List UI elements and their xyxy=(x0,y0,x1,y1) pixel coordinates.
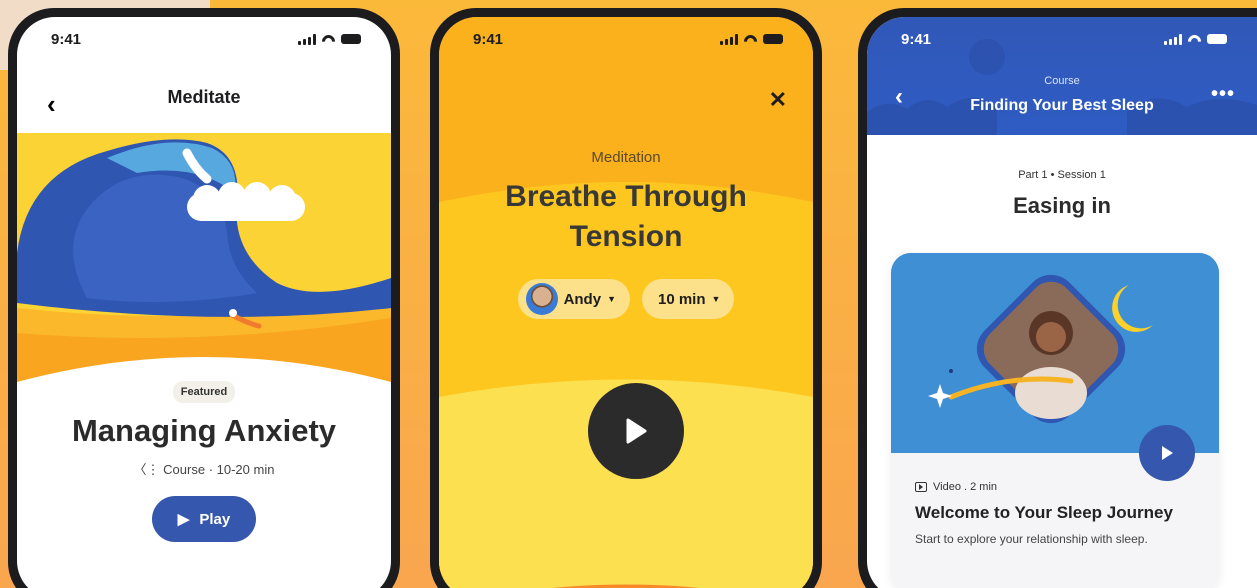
wifi-icon xyxy=(319,32,338,51)
wifi-icon xyxy=(741,32,760,51)
course-title: Finding Your Best Sleep xyxy=(970,97,1154,114)
play-button[interactable] xyxy=(588,383,684,479)
battery-icon xyxy=(763,34,783,44)
speaker-icon: 〈⋮ xyxy=(133,462,160,477)
video-thumbnail xyxy=(891,253,1219,453)
status-time: 9:41 xyxy=(901,30,932,48)
signal-icon xyxy=(1164,33,1182,45)
duration-select[interactable]: 10 min ▼ xyxy=(641,279,735,319)
play-icon xyxy=(626,418,647,444)
featured-badge: Featured xyxy=(172,381,236,403)
play-icon: ▶ xyxy=(177,511,190,528)
session-type: Meditation xyxy=(591,149,661,166)
chevron-down-icon: ▼ xyxy=(711,294,721,304)
teacher-select[interactable]: Andy ▼ xyxy=(517,279,630,319)
video-description: Start to explore your relationship with … xyxy=(915,532,1148,546)
featured-card: Featured Managing Anxiety 〈⋮ Course · 10… xyxy=(17,369,391,588)
signal-icon xyxy=(298,33,316,45)
course-title: Managing Anxiety xyxy=(71,413,337,448)
battery-icon xyxy=(341,34,361,44)
screen-meditation-player: 9:41 ✕ Meditation Breathe Through Tensio… xyxy=(439,17,813,588)
status-time: 9:41 xyxy=(51,30,82,48)
status-bar: 9:41 xyxy=(867,17,1257,61)
session-title: Easing in xyxy=(1013,193,1111,218)
avatar xyxy=(525,283,558,315)
status-bar: 9:41 xyxy=(439,17,813,61)
page-title: Meditate xyxy=(167,86,241,107)
course-kind: Course xyxy=(1044,75,1080,87)
status-bar: 9:41 xyxy=(17,17,391,61)
course-meta: 〈⋮ Course · 10-20 min xyxy=(133,462,275,477)
play-button[interactable]: ▶ Play xyxy=(151,496,257,542)
video-meta: Video . 2 min xyxy=(915,481,997,493)
battery-icon xyxy=(1207,34,1227,44)
options-row: Andy ▼ 10 min ▼ xyxy=(439,279,813,319)
chevron-down-icon: ▼ xyxy=(607,294,616,304)
video-play-button[interactable] xyxy=(1139,425,1195,481)
session-title: Breathe Through Tension xyxy=(505,180,747,253)
video-icon xyxy=(915,482,927,492)
video-title: Welcome to Your Sleep Journey xyxy=(915,503,1173,522)
nav-header: ‹ Meditate xyxy=(17,61,391,133)
wifi-icon xyxy=(1185,32,1204,51)
phone-meditation-player: 9:41 ✕ Meditation Breathe Through Tensio… xyxy=(430,8,822,588)
more-icon[interactable]: ••• xyxy=(1211,83,1235,106)
close-icon[interactable]: ✕ xyxy=(769,87,787,113)
session-part: Part 1 • Session 1 xyxy=(1018,169,1106,181)
course-header: 9:41 ‹ Course Finding Your Best Sleep ••… xyxy=(867,17,1257,135)
play-icon xyxy=(1162,446,1173,460)
video-card[interactable]: Video . 2 min Welcome to Your Sleep Jour… xyxy=(891,253,1219,588)
signal-icon xyxy=(720,33,738,45)
screen-meditate: 9:41 ‹ Meditate Featured Managing Anxiet… xyxy=(17,17,391,588)
phone-sleep-course: 9:41 ‹ Course Finding Your Best Sleep ••… xyxy=(858,8,1257,588)
screen-sleep-course: 9:41 ‹ Course Finding Your Best Sleep ••… xyxy=(867,17,1257,588)
phone-meditate: 9:41 ‹ Meditate Featured Managing Anxiet… xyxy=(8,8,400,588)
status-time: 9:41 xyxy=(473,30,504,48)
back-arrow-icon[interactable]: ‹ xyxy=(47,89,56,120)
